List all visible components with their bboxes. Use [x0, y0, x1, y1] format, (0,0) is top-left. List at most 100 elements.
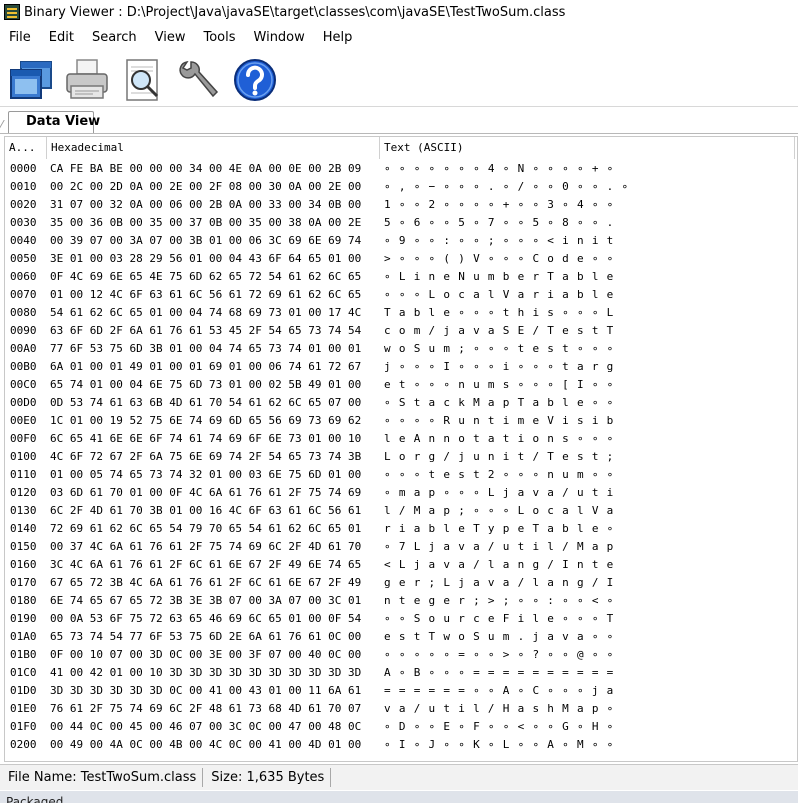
hex-row[interactable]: 0150 00 37 4C 6A 61 76 61 2F 75 74 69 6C …	[5, 538, 795, 556]
hex-row[interactable]: 00C0 65 74 01 00 04 6E 75 6D 73 01 00 02 …	[5, 376, 795, 394]
hex-row[interactable]: 01A0 65 73 74 54 77 6F 53 75 6D 2E 6A 61 …	[5, 628, 795, 646]
row-hex: 0F 00 10 07 00 3D 0C 00 3E 00 3F 07 00 4…	[50, 648, 362, 661]
hex-row[interactable]: 0200 00 49 00 4A 0C 00 4B 00 4C 0C 00 41 …	[5, 736, 795, 754]
hex-row[interactable]: 0050 3E 01 00 03 28 29 56 01 00 04 43 6F …	[5, 250, 795, 268]
menu-search[interactable]: Search	[83, 27, 146, 49]
hex-row[interactable]: 0100 4C 6F 72 67 2F 6A 75 6E 69 74 2F 54 …	[5, 448, 795, 466]
row-address: 0020	[10, 198, 37, 211]
row-hex: 0F 4C 69 6E 65 4E 75 6D 62 65 72 54 61 6…	[50, 270, 362, 283]
column-header-text[interactable]: Text (ASCII)	[380, 137, 795, 159]
row-hex: 6E 74 65 67 65 72 3B 3E 3B 07 00 3A 07 0…	[50, 594, 362, 607]
hex-row[interactable]: 0010 00 2C 00 2D 0A 00 2E 00 2F 08 00 30 …	[5, 178, 795, 196]
row-hex: 65 74 01 00 04 6E 75 6D 73 01 00 02 5B 4…	[50, 378, 362, 391]
row-text: A ∘ B ∘ ∘ ∘ = = = = = = = = = =	[384, 666, 615, 679]
row-address: 0090	[10, 324, 37, 337]
settings-wrench-icon	[179, 61, 219, 98]
column-header-address[interactable]: A...	[5, 137, 47, 159]
row-address: 0110	[10, 468, 37, 481]
row-hex: 03 6D 61 70 01 00 0F 4C 6A 61 76 61 2F 7…	[50, 486, 362, 499]
row-address: 00B0	[10, 360, 37, 373]
taskbar-text: Packaged	[6, 795, 64, 803]
row-address: 0160	[10, 558, 37, 571]
menu-file[interactable]: File	[0, 27, 40, 49]
hex-row[interactable]: 0190 00 0A 53 6F 75 72 63 65 46 69 6C 65 …	[5, 610, 795, 628]
row-address: 0200	[10, 738, 37, 751]
help-button[interactable]	[230, 55, 280, 105]
hex-row[interactable]: 00F0 6C 65 41 6E 6E 6F 74 61 74 69 6F 6E …	[5, 430, 795, 448]
row-hex: 00 44 0C 00 45 00 46 07 00 3C 0C 00 47 0…	[50, 720, 362, 733]
hex-row[interactable]: 0160 3C 4C 6A 61 76 61 2F 6C 61 6E 67 2F …	[5, 556, 795, 574]
row-text: v a / u t i l / H a s h M a p ∘	[384, 702, 615, 715]
row-hex: 41 00 42 01 00 10 3D 3D 3D 3D 3D 3D 3D 3…	[50, 666, 362, 679]
hex-row[interactable]: 0040 00 39 07 00 3A 07 00 3B 01 00 06 3C …	[5, 232, 795, 250]
row-hex: 67 65 72 3B 4C 6A 61 76 61 2F 6C 61 6E 6…	[50, 576, 362, 589]
row-text: l / M a p ; ∘ ∘ ∘ L o c a l V a	[384, 504, 615, 517]
hex-row[interactable]: 0080 54 61 62 6C 65 01 00 04 74 68 69 73 …	[5, 304, 795, 322]
row-text: ∘ m a p ∘ ∘ ∘ L j a v a / u t i	[384, 486, 615, 499]
row-address: 0180	[10, 594, 37, 607]
row-text: ∘ 7 L j a v a / u t i l / M a p	[384, 540, 615, 553]
tab-data-view[interactable]: Data View	[8, 111, 100, 133]
row-text: ∘ ∘ ∘ ∘ ∘ ∘ ∘ 4 ∘ N ∘ ∘ ∘ ∘ + ∘	[384, 162, 615, 175]
tab-strip: Data View	[0, 107, 798, 134]
row-hex: 6C 2F 4D 61 70 3B 01 00 16 4C 6F 63 61 6…	[50, 504, 362, 517]
row-text: ∘ ∘ ∘ ∘ R u n t i m e V i s i b	[384, 414, 615, 427]
menu-edit[interactable]: Edit	[40, 27, 83, 49]
row-address: 0190	[10, 612, 37, 625]
row-address: 0030	[10, 216, 37, 229]
open-button[interactable]	[6, 55, 56, 105]
row-hex: 3C 4C 6A 61 76 61 2F 6C 61 6E 67 2F 49 6…	[50, 558, 362, 571]
hex-row[interactable]: 00B0 6A 01 00 01 49 01 00 01 69 01 00 06 …	[5, 358, 795, 376]
hex-row[interactable]: 0020 31 07 00 32 0A 00 06 00 2B 0A 00 33 …	[5, 196, 795, 214]
hex-row[interactable]: 0110 01 00 05 74 65 73 74 32 01 00 03 6E …	[5, 466, 795, 484]
row-address: 00A0	[10, 342, 37, 355]
status-file-size: Size: 1,635 Bytes	[203, 768, 332, 787]
hex-row[interactable]: 0120 03 6D 61 70 01 00 0F 4C 6A 61 76 61 …	[5, 484, 795, 502]
hex-row[interactable]: 0030 35 00 36 0B 00 35 00 37 0B 00 35 00 …	[5, 214, 795, 232]
hex-row[interactable]: 0090 63 6F 6D 2F 6A 61 76 61 53 45 2F 54 …	[5, 322, 795, 340]
menu-tools[interactable]: Tools	[194, 27, 244, 49]
print-icon	[66, 59, 108, 99]
print-preview-button[interactable]	[118, 55, 168, 105]
row-text: T a b l e ∘ ∘ ∘ t h i s ∘ ∘ ∘ L	[384, 306, 615, 319]
hex-row[interactable]: 01F0 00 44 0C 00 45 00 46 07 00 3C 0C 00 …	[5, 718, 795, 736]
hex-row[interactable]: 01E0 76 61 2F 75 74 69 6C 2F 48 61 73 68 …	[5, 700, 795, 718]
hex-row[interactable]: 01B0 0F 00 10 07 00 3D 0C 00 3E 00 3F 07 …	[5, 646, 795, 664]
row-hex: 00 37 4C 6A 61 76 61 2F 75 74 69 6C 2F 4…	[50, 540, 362, 553]
column-header-hex[interactable]: Hexadecimal	[47, 137, 380, 159]
row-hex: 3D 3D 3D 3D 3D 3D 0C 00 41 00 43 01 00 1…	[50, 684, 362, 697]
hex-row[interactable]: 0180 6E 74 65 67 65 72 3B 3E 3B 07 00 3A …	[5, 592, 795, 610]
row-address: 00D0	[10, 396, 37, 409]
hex-row[interactable]: 0170 67 65 72 3B 4C 6A 61 76 61 2F 6C 61 …	[5, 574, 795, 592]
row-hex: 63 6F 6D 2F 6A 61 76 61 53 45 2F 54 65 7…	[50, 324, 362, 337]
menu-view[interactable]: View	[146, 27, 195, 49]
hex-row[interactable]: 0140 72 69 61 62 6C 65 54 79 70 65 54 61 …	[5, 520, 795, 538]
row-address: 01B0	[10, 648, 37, 661]
row-text: r i a b l e T y p e T a b l e ∘	[384, 522, 615, 535]
hex-row[interactable]: 00E0 1C 01 00 19 52 75 6E 74 69 6D 65 56 …	[5, 412, 795, 430]
window-title: Binary Viewer : D:\Project\Java\javaSE\t…	[24, 4, 566, 20]
print-button[interactable]	[62, 55, 112, 105]
status-bar: File Name: TestTwoSum.class Size: 1,635 …	[0, 764, 798, 790]
hex-row[interactable]: 00D0 0D 53 74 61 63 6B 4D 61 70 54 61 62 …	[5, 394, 795, 412]
menu-help[interactable]: Help	[314, 27, 362, 49]
row-address: 00F0	[10, 432, 37, 445]
row-hex: CA FE BA BE 00 00 00 34 00 4E 0A 00 0E 0…	[50, 162, 362, 175]
settings-button[interactable]	[174, 55, 224, 105]
row-text: ∘ ∘ S o u r c e F i l e ∘ ∘ ∘ T	[384, 612, 615, 625]
app-icon	[4, 4, 20, 20]
row-text: ∘ S t a c k M a p T a b l e ∘ ∘	[384, 396, 615, 409]
hex-row[interactable]: 01D0 3D 3D 3D 3D 3D 3D 0C 00 41 00 43 01 …	[5, 682, 795, 700]
row-address: 01A0	[10, 630, 37, 643]
hex-row[interactable]: 0070 01 00 12 4C 6F 63 61 6C 56 61 72 69 …	[5, 286, 795, 304]
hex-row[interactable]: 00A0 77 6F 53 75 6D 3B 01 00 04 74 65 73 …	[5, 340, 795, 358]
row-address: 00C0	[10, 378, 37, 391]
hex-row[interactable]: 01C0 41 00 42 01 00 10 3D 3D 3D 3D 3D 3D …	[5, 664, 795, 682]
row-text: < L j a v a / l a n g / I n t e	[384, 558, 615, 571]
row-text: L o r g / j u n i t / T e s t ;	[384, 450, 615, 463]
hex-row[interactable]: 0000 CA FE BA BE 00 00 00 34 00 4E 0A 00 …	[5, 160, 795, 178]
menu-window[interactable]: Window	[245, 27, 314, 49]
hex-row[interactable]: 0060 0F 4C 69 6E 65 4E 75 6D 62 65 72 54 …	[5, 268, 795, 286]
hex-row[interactable]: 0130 6C 2F 4D 61 70 3B 01 00 16 4C 6F 63 …	[5, 502, 795, 520]
hex-data-grid[interactable]: A... Hexadecimal Text (ASCII) 0000 CA FE …	[4, 136, 798, 762]
